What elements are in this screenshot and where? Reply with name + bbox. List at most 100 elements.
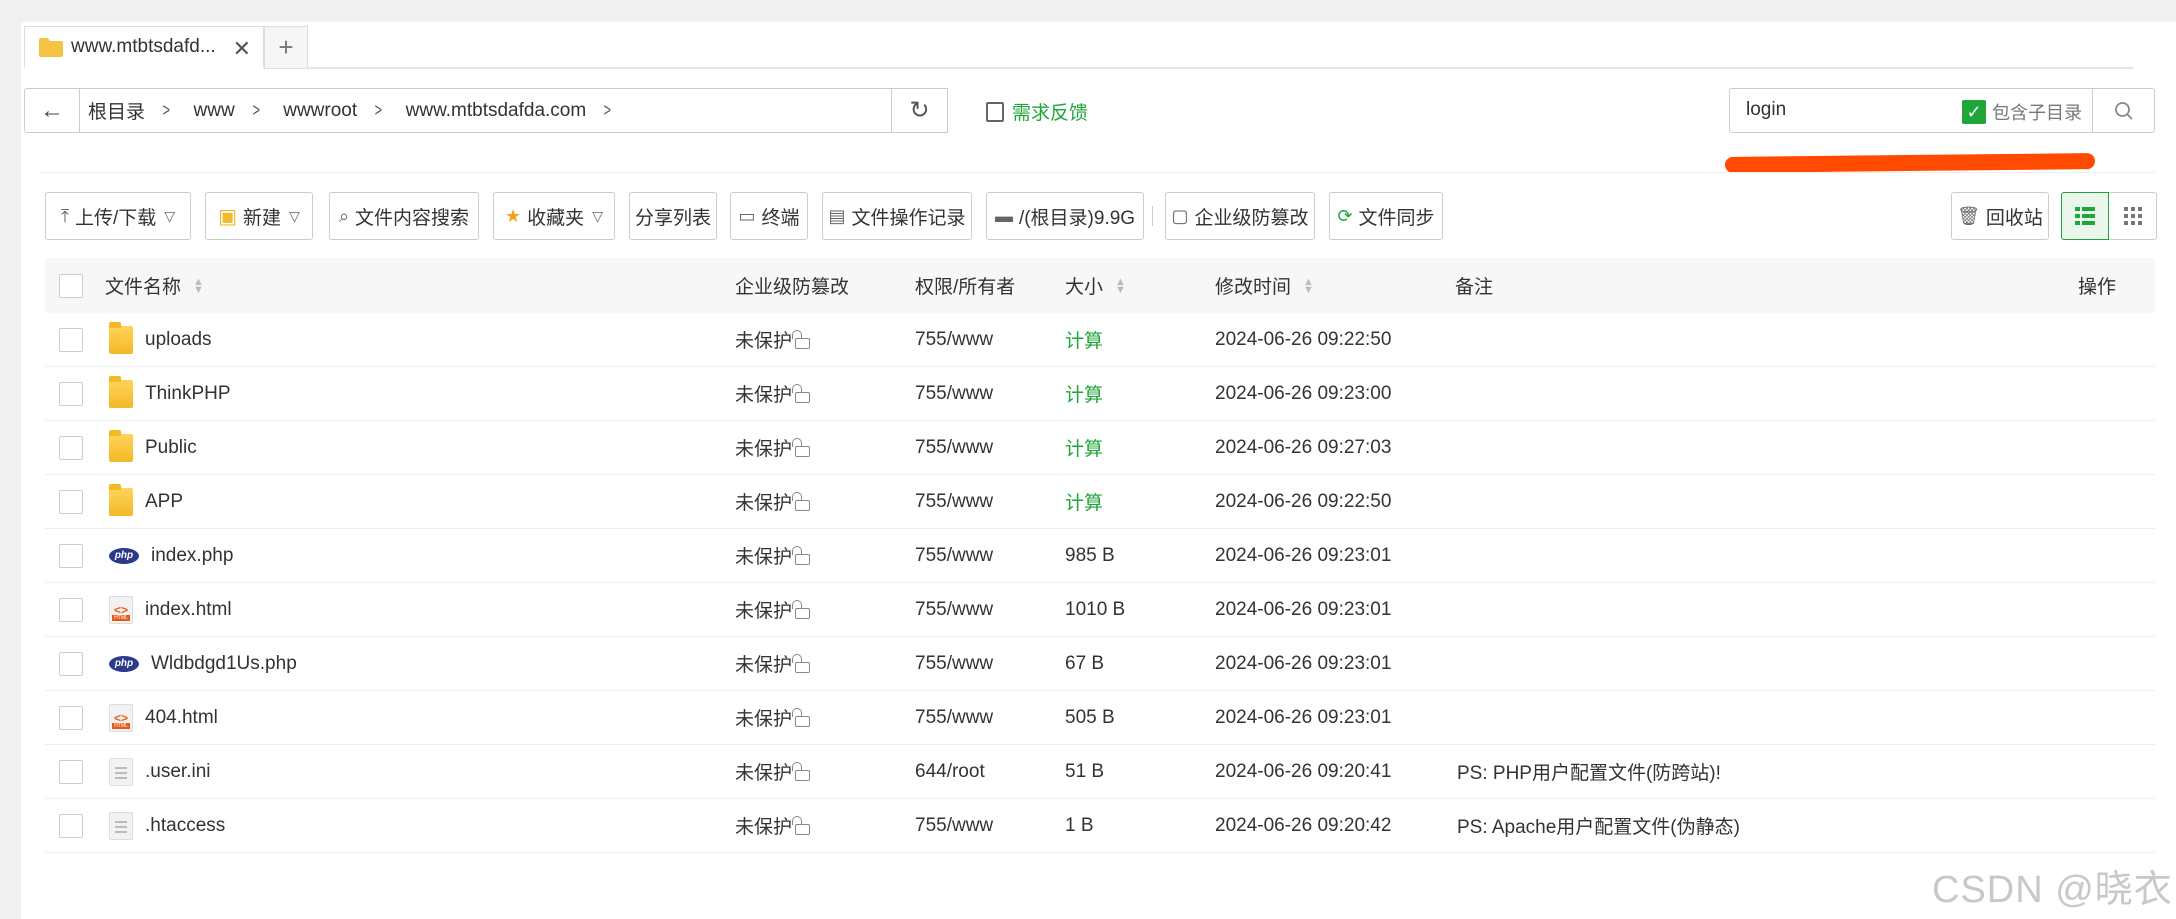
row-checkbox[interactable]	[59, 691, 83, 744]
grid-view-button[interactable]	[2109, 192, 2157, 240]
file-name[interactable]: Wldbdgd1Us.php	[151, 653, 297, 675]
file-name[interactable]: index.php	[151, 545, 233, 567]
column-mtime[interactable]: 修改时间 ▲ ▼	[1215, 258, 1314, 313]
calculate-size-link[interactable]: 计算	[1065, 475, 1103, 528]
permission-owner[interactable]: 755/www	[915, 691, 993, 744]
include-subdir-checkbox[interactable]: ✓ 包含子目录	[1962, 99, 2082, 125]
file-name[interactable]: 404.html	[145, 707, 218, 729]
column-size[interactable]: 大小 ▲ ▼	[1065, 258, 1126, 313]
file-name-cell[interactable]: .htaccess	[109, 799, 225, 852]
row-checkbox[interactable]	[59, 799, 83, 852]
breadcrumb-item[interactable]: 根目录	[88, 97, 145, 124]
operation-log-button[interactable]: ▤ 文件操作记录	[822, 192, 972, 240]
file-name[interactable]: index.html	[145, 599, 232, 621]
breadcrumb[interactable]: 根目录 > www > wwwroot > www.mtbtsdafda.com >	[80, 88, 892, 133]
file-name-cell[interactable]: Public	[109, 421, 197, 474]
file-name[interactable]: uploads	[145, 329, 212, 351]
file-sync-button[interactable]: ⟳ 文件同步	[1329, 192, 1443, 240]
tamper-status[interactable]: 未保护	[735, 745, 811, 798]
size-label: 985 B	[1065, 544, 1115, 566]
file-name[interactable]: ThinkPHP	[145, 383, 231, 405]
file-name[interactable]: Public	[145, 437, 197, 459]
file-name-cell[interactable]: .user.ini	[109, 745, 210, 798]
list-view-button[interactable]	[2061, 192, 2109, 240]
disk-usage-button[interactable]: ▬ /(根目录)9.9G	[986, 192, 1144, 240]
permission-owner[interactable]: 755/www	[915, 637, 993, 690]
row-checkbox[interactable]	[59, 421, 83, 474]
file-name-cell[interactable]: ThinkPHP	[109, 367, 231, 420]
tamper-status[interactable]: 未保护	[735, 637, 811, 690]
tamper-status[interactable]: 未保护	[735, 799, 811, 852]
permission-owner[interactable]: 755/www	[915, 529, 993, 582]
table-row[interactable]: ThinkPHP 未保护 755/www 计算 2024-06-26 09:23:00	[45, 367, 2155, 421]
tamper-status[interactable]: 未保护	[735, 313, 811, 366]
file-name-cell[interactable]: APP	[109, 475, 183, 528]
back-button[interactable]: ←	[24, 88, 80, 133]
file-name[interactable]: APP	[145, 491, 183, 513]
row-checkbox[interactable]	[59, 475, 83, 528]
remark[interactable]: PS: Apache用户配置文件(伪静态)	[1457, 799, 1740, 852]
content-search-button[interactable]: ⌕ 文件内容搜索	[329, 192, 479, 240]
recycle-bin-button[interactable]: 🗑 回收站	[1951, 192, 2049, 240]
tamper-status[interactable]: 未保护	[735, 583, 811, 636]
row-checkbox[interactable]	[59, 529, 83, 582]
permission-owner[interactable]: 644/root	[915, 745, 985, 798]
table-row[interactable]: Public 未保护 755/www 计算 2024-06-26 09:27:03	[45, 421, 2155, 475]
permission-owner[interactable]: 755/www	[915, 583, 993, 636]
share-list-button[interactable]: 分享列表	[629, 192, 717, 240]
breadcrumb-item[interactable]: wwwroot	[283, 100, 357, 122]
row-checkbox[interactable]	[59, 313, 83, 366]
file-name-cell[interactable]: php Wldbdgd1Us.php	[109, 637, 297, 690]
new-button[interactable]: ▣ 新建 ▽	[205, 192, 313, 240]
upload-icon: ⤒	[60, 205, 69, 226]
calculate-size-link[interactable]: 计算	[1065, 421, 1103, 474]
table-row[interactable]: APP 未保护 755/www 计算 2024-06-26 09:22:50	[45, 475, 2155, 529]
add-tab-button[interactable]: +	[264, 26, 308, 69]
terminal-button[interactable]: ▭ 终端	[730, 192, 808, 240]
remark[interactable]: PS: PHP用户配置文件(防跨站)!	[1457, 745, 1721, 798]
table-row[interactable]: .user.ini 未保护 644/root 51 B 2024-06-26 09:20…	[45, 745, 2155, 799]
row-checkbox[interactable]	[59, 583, 83, 636]
close-icon[interactable]: ✕	[233, 36, 251, 62]
tab-site-folder[interactable]: www.mtbtsdafd... ✕	[24, 26, 264, 69]
file-name-cell[interactable]: php index.php	[109, 529, 233, 582]
calculate-size-link[interactable]: 计算	[1065, 313, 1103, 366]
table-row[interactable]: php index.php 未保护 755/www 985 B 2024-06-26 09…	[45, 529, 2155, 583]
search-input[interactable]	[1746, 99, 1946, 121]
permission-owner[interactable]: 755/www	[915, 421, 993, 474]
file-name-cell[interactable]: <> HTML index.html	[109, 583, 232, 636]
select-all-checkbox[interactable]	[59, 258, 83, 313]
search-button[interactable]	[2092, 89, 2154, 132]
table-row[interactable]: .htaccess 未保护 755/www 1 B 2024-06-26 09:20:4…	[45, 799, 2155, 853]
row-checkbox[interactable]	[59, 745, 83, 798]
tamper-status[interactable]: 未保护	[735, 367, 811, 420]
permission-label: 755/www	[915, 382, 994, 404]
upload-download-button[interactable]: ⤒ 上传/下载 ▽	[45, 192, 191, 240]
permission-owner[interactable]: 755/www	[915, 313, 993, 366]
tamper-status[interactable]: 未保护	[735, 691, 811, 744]
file-name[interactable]: .htaccess	[145, 815, 225, 837]
tamper-protection-button[interactable]: ▢ 企业级防篡改	[1165, 192, 1315, 240]
tamper-status[interactable]: 未保护	[735, 529, 811, 582]
column-name[interactable]: 文件名称 ▲ ▼	[105, 258, 204, 313]
tamper-status[interactable]: 未保护	[735, 421, 811, 474]
permission-owner[interactable]: 755/www	[915, 799, 993, 852]
table-row[interactable]: php Wldbdgd1Us.php 未保护 755/www 67 B 2024-06-2…	[45, 637, 2155, 691]
file-name-cell[interactable]: uploads	[109, 313, 212, 366]
row-checkbox[interactable]	[59, 367, 83, 420]
file-name-cell[interactable]: <> HTML 404.html	[109, 691, 218, 744]
favorites-button[interactable]: ★ 收藏夹 ▽	[493, 192, 615, 240]
breadcrumb-item[interactable]: www	[194, 100, 235, 122]
table-row[interactable]: uploads 未保护 755/www 计算 2024-06-26 09:22:50	[45, 313, 2155, 367]
feedback-link[interactable]: 需求反馈	[986, 98, 1088, 125]
file-name[interactable]: .user.ini	[145, 761, 210, 783]
breadcrumb-item[interactable]: www.mtbtsdafda.com	[406, 100, 587, 122]
calculate-size-link[interactable]: 计算	[1065, 367, 1103, 420]
table-row[interactable]: <> HTML 404.html 未保护 755/www 505 B 2024-06-26 …	[45, 691, 2155, 745]
tamper-status[interactable]: 未保护	[735, 475, 811, 528]
permission-owner[interactable]: 755/www	[915, 475, 993, 528]
row-checkbox[interactable]	[59, 637, 83, 690]
refresh-button[interactable]: ↻	[892, 88, 948, 133]
table-row[interactable]: <> HTML index.html 未保护 755/www 1010 B 2024-06-…	[45, 583, 2155, 637]
permission-owner[interactable]: 755/www	[915, 367, 993, 420]
